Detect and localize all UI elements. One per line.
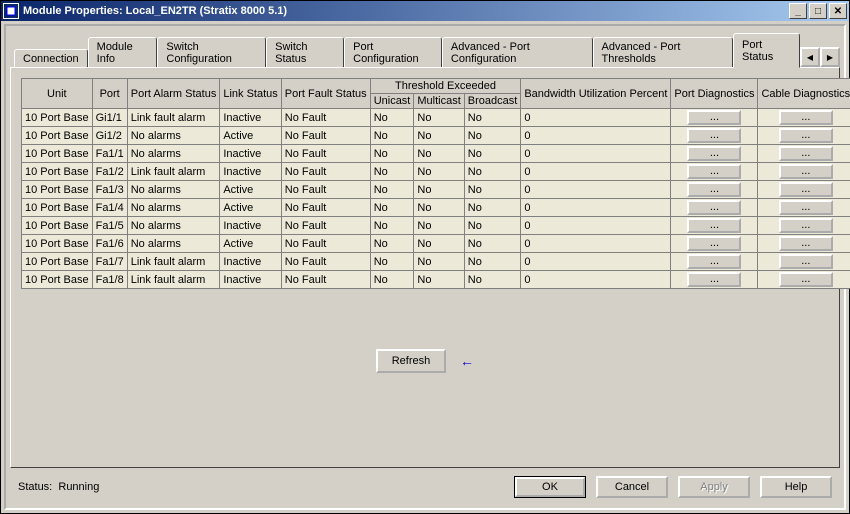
cable-diagnostics-button[interactable]: ... bbox=[779, 272, 833, 287]
port-diagnostics-button[interactable]: ... bbox=[687, 272, 741, 287]
cable-diagnostics-button[interactable]: ... bbox=[779, 164, 833, 179]
table-row: 10 Port BaseFa1/5No alarmsInactiveNo Fau… bbox=[22, 217, 850, 235]
tab-advanced-port-thresholds[interactable]: Advanced - Port Thresholds bbox=[593, 37, 734, 68]
col-broadcast: Broadcast bbox=[464, 94, 521, 109]
table-row: 10 Port BaseFa1/1No alarmsInactiveNo Fau… bbox=[22, 145, 850, 163]
status-text: Status: Running bbox=[18, 481, 514, 493]
col-bandwidth: Bandwidth Utilization Percent bbox=[521, 79, 671, 109]
port-diagnostics-button[interactable]: ... bbox=[687, 218, 741, 233]
col-port-fault: Port Fault Status bbox=[281, 79, 370, 109]
tab-scroll-right[interactable]: ▶ bbox=[820, 47, 840, 67]
cable-diagnostics-button[interactable]: ... bbox=[779, 254, 833, 269]
cable-diagnostics-button[interactable]: ... bbox=[779, 182, 833, 197]
col-port-diagnostics: Port Diagnostics bbox=[671, 79, 758, 109]
tab-port-status[interactable]: Port Status bbox=[733, 33, 800, 68]
footer: Status: Running OK Cancel Apply Help bbox=[10, 468, 840, 504]
cable-diagnostics-button[interactable]: ... bbox=[779, 200, 833, 215]
col-multicast: Multicast bbox=[414, 94, 464, 109]
col-port: Port bbox=[92, 79, 127, 109]
port-status-table: Unit Port Port Alarm Status Link Status … bbox=[21, 78, 850, 289]
tab-connection[interactable]: Connection bbox=[14, 49, 88, 68]
tab-scroll-left[interactable]: ◀ bbox=[800, 47, 820, 67]
minimize-button[interactable]: _ bbox=[789, 3, 807, 19]
port-diagnostics-button[interactable]: ... bbox=[687, 236, 741, 251]
table-row: 10 Port BaseGi1/2No alarmsActiveNo Fault… bbox=[22, 127, 850, 145]
cable-diagnostics-button[interactable]: ... bbox=[779, 146, 833, 161]
refresh-button[interactable]: Refresh bbox=[376, 349, 446, 373]
table-row: 10 Port BaseFa1/6No alarmsActiveNo Fault… bbox=[22, 235, 850, 253]
port-diagnostics-button[interactable]: ... bbox=[687, 146, 741, 161]
cable-diagnostics-button[interactable]: ... bbox=[779, 236, 833, 251]
col-unicast: Unicast bbox=[370, 94, 414, 109]
refresh-row: Refresh ← bbox=[21, 349, 829, 373]
tab-switch-configuration[interactable]: Switch Configuration bbox=[157, 37, 266, 68]
port-diagnostics-button[interactable]: ... bbox=[687, 128, 741, 143]
app-icon bbox=[3, 3, 19, 19]
col-link-status: Link Status bbox=[220, 79, 281, 109]
cable-diagnostics-button[interactable]: ... bbox=[779, 110, 833, 125]
table-row: 10 Port BaseGi1/1Link fault alarmInactiv… bbox=[22, 109, 850, 127]
tab-advanced-port-configuration[interactable]: Advanced - Port Configuration bbox=[442, 37, 593, 68]
title-bar: Module Properties: Local_EN2TR (Stratix … bbox=[1, 1, 849, 21]
close-button[interactable]: ✕ bbox=[829, 3, 847, 19]
table-row: 10 Port BaseFa1/4No alarmsActiveNo Fault… bbox=[22, 199, 850, 217]
table-row: 10 Port BaseFa1/8Link fault alarmInactiv… bbox=[22, 271, 850, 289]
cable-diagnostics-button[interactable]: ... bbox=[779, 218, 833, 233]
maximize-button[interactable]: □ bbox=[809, 3, 827, 19]
cable-diagnostics-button[interactable]: ... bbox=[779, 128, 833, 143]
port-diagnostics-button[interactable]: ... bbox=[687, 182, 741, 197]
apply-button: Apply bbox=[678, 476, 750, 498]
col-cable-diagnostics: Cable Diagnostics bbox=[758, 79, 850, 109]
dialog-body: ConnectionModule InfoSwitch Configuratio… bbox=[4, 24, 846, 510]
refresh-arrow-icon: ← bbox=[460, 353, 474, 369]
col-unit: Unit bbox=[22, 79, 93, 109]
tab-port-configuration[interactable]: Port Configuration bbox=[344, 37, 442, 68]
table-row: 10 Port BaseFa1/7Link fault alarmInactiv… bbox=[22, 253, 850, 271]
ok-button[interactable]: OK bbox=[514, 476, 586, 498]
tab-page-port-status: Unit Port Port Alarm Status Link Status … bbox=[10, 67, 840, 468]
window: Module Properties: Local_EN2TR (Stratix … bbox=[0, 0, 850, 514]
col-port-alarm: Port Alarm Status bbox=[127, 79, 220, 109]
tab-switch-status[interactable]: Switch Status bbox=[266, 37, 344, 68]
cancel-button[interactable]: Cancel bbox=[596, 476, 668, 498]
col-threshold-exceeded: Threshold Exceeded bbox=[370, 79, 521, 94]
tab-bar: ConnectionModule InfoSwitch Configuratio… bbox=[14, 32, 840, 67]
table-row: 10 Port BaseFa1/3No alarmsActiveNo Fault… bbox=[22, 181, 850, 199]
port-diagnostics-button[interactable]: ... bbox=[687, 254, 741, 269]
port-diagnostics-button[interactable]: ... bbox=[687, 200, 741, 215]
port-diagnostics-button[interactable]: ... bbox=[687, 110, 741, 125]
table-row: 10 Port BaseFa1/2Link fault alarmInactiv… bbox=[22, 163, 850, 181]
window-title: Module Properties: Local_EN2TR (Stratix … bbox=[23, 5, 789, 17]
help-button[interactable]: Help bbox=[760, 476, 832, 498]
tab-module-info[interactable]: Module Info bbox=[88, 37, 158, 68]
port-diagnostics-button[interactable]: ... bbox=[687, 164, 741, 179]
